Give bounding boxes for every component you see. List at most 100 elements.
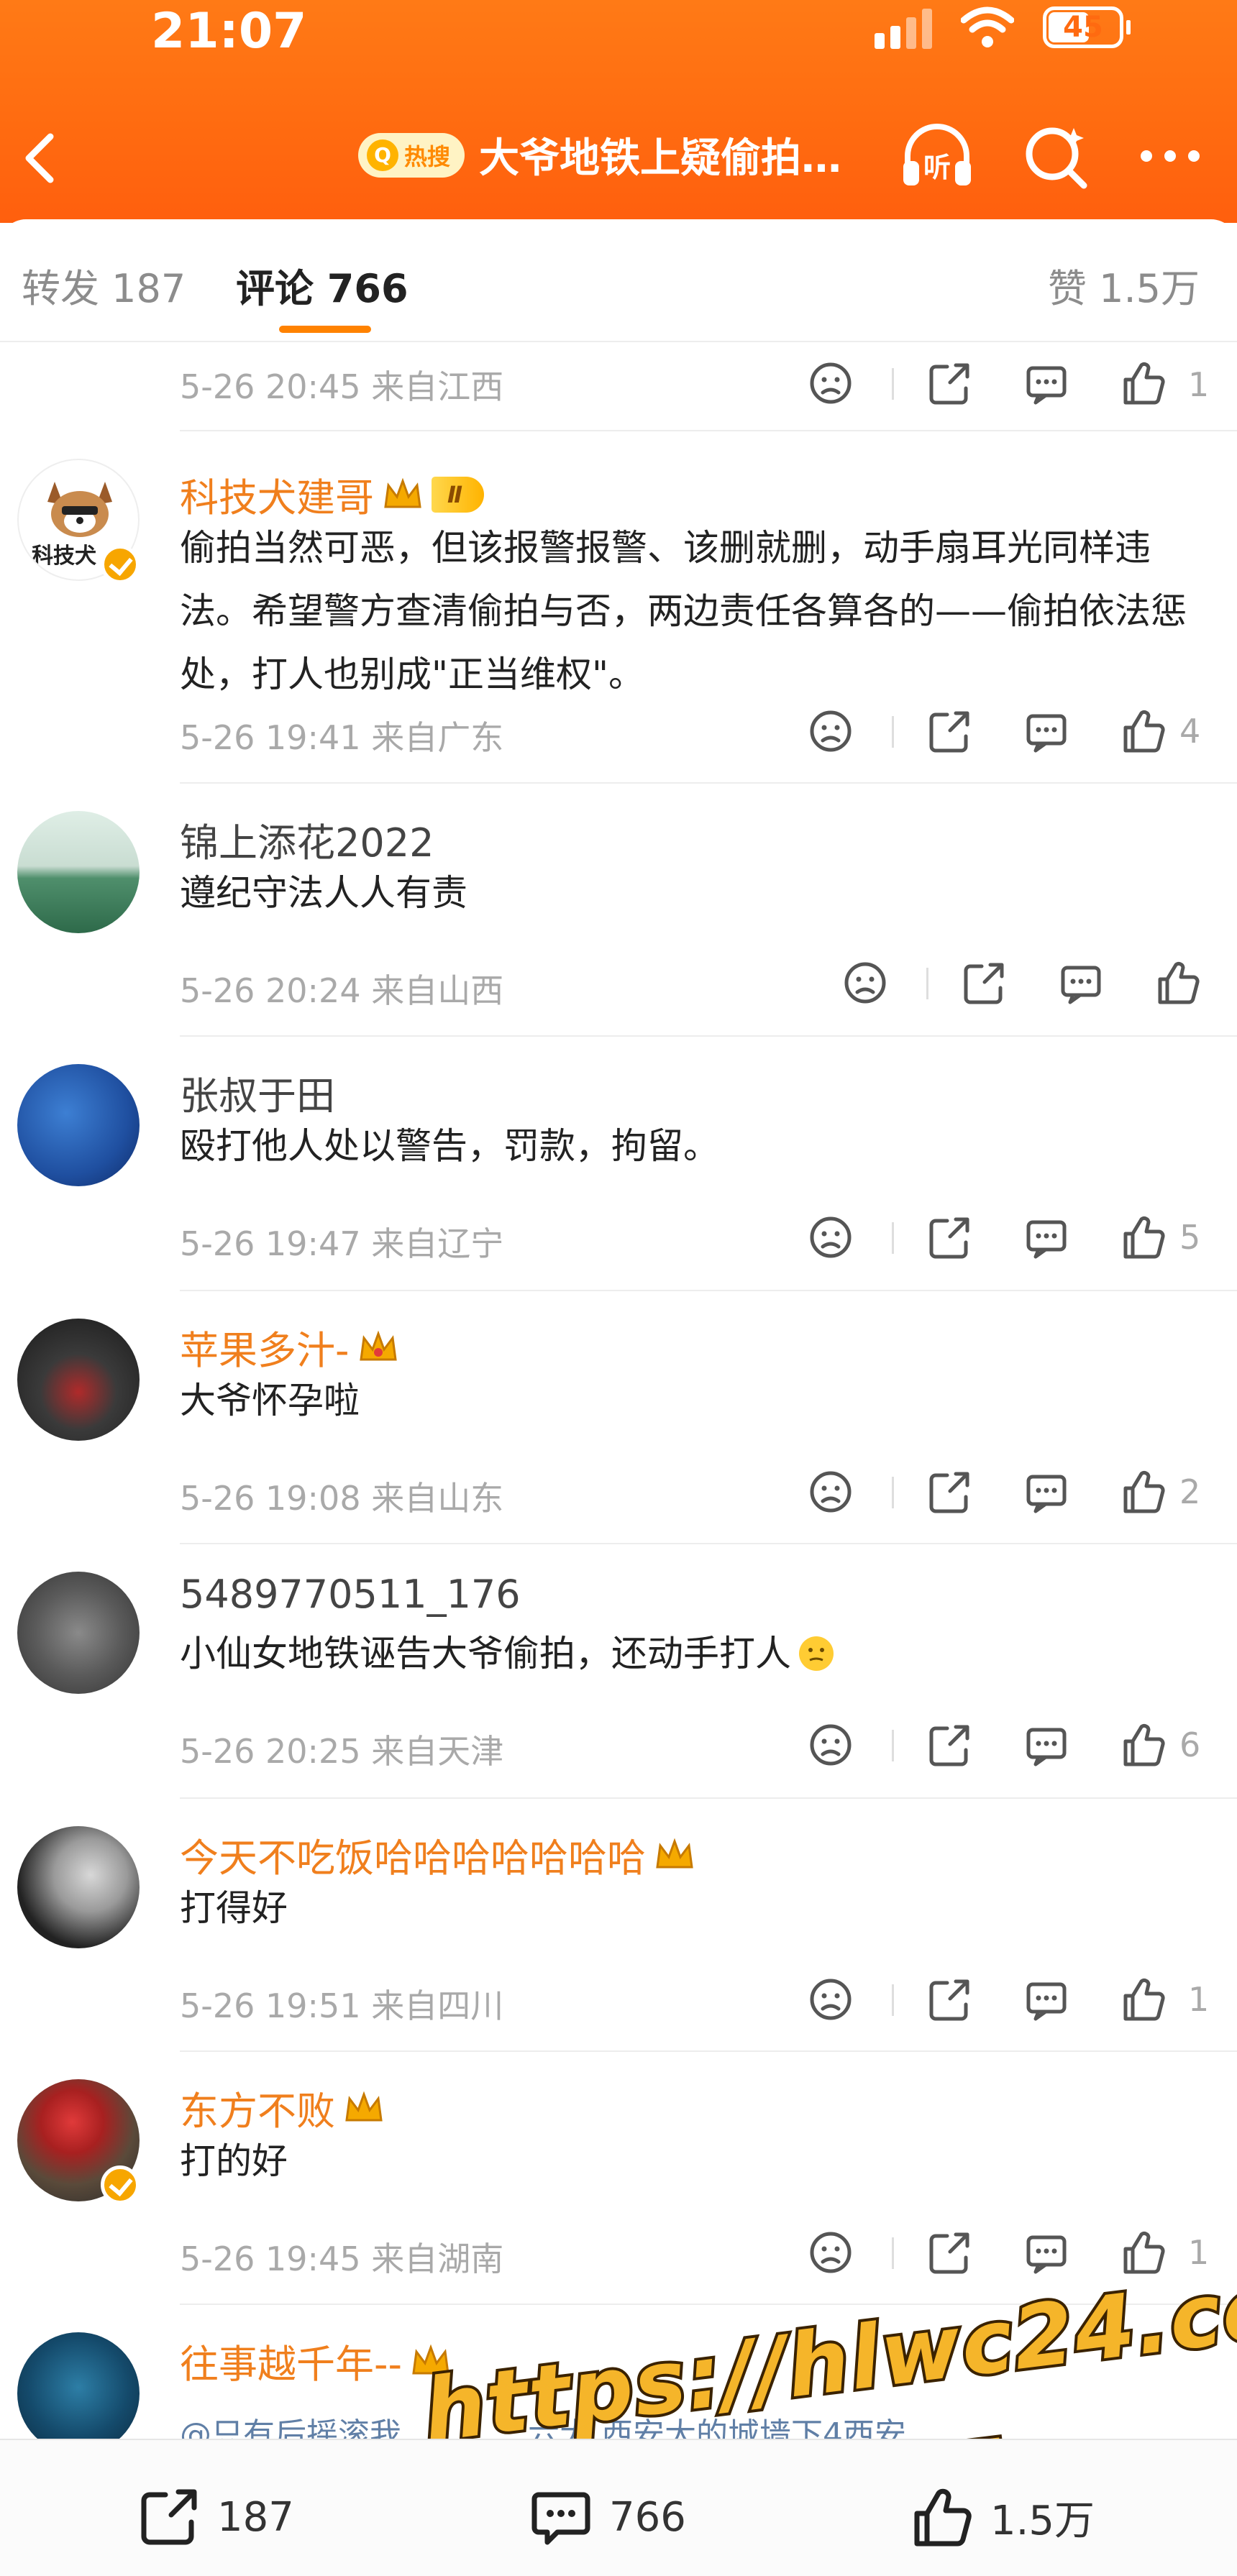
comment-icon[interactable] xyxy=(1021,1974,1072,2025)
like-count: 1 xyxy=(1188,1980,1210,2019)
action-separator xyxy=(892,368,894,400)
tab-comments[interactable]: 评论 766 xyxy=(236,257,408,313)
search-icon: Q xyxy=(367,139,398,171)
share-icon[interactable] xyxy=(924,706,974,756)
share-icon[interactable] xyxy=(959,958,1009,1008)
comment-username[interactable]: 往事越千年-- xyxy=(180,2332,452,2389)
thumbs-up-icon[interactable] xyxy=(1118,2227,1169,2278)
tab-underline xyxy=(279,326,371,333)
share-icon[interactable] xyxy=(924,2227,974,2278)
comment-icon[interactable] xyxy=(1021,1212,1072,1262)
share-icon[interactable] xyxy=(924,1720,974,1770)
crown-icon xyxy=(656,1838,693,1868)
comment-username[interactable]: 科技犬建哥 Ⅱ xyxy=(180,466,485,523)
comment-icon[interactable] xyxy=(1021,1467,1072,1517)
like-count: 2 xyxy=(1179,1472,1201,1511)
comment-username[interactable]: 苹果多汁- xyxy=(180,1319,400,1375)
comment-text: 小仙女地铁诬告大爷偷拍，还动手打人 xyxy=(180,1622,836,1685)
comment-button[interactable]: 766 xyxy=(529,2485,686,2549)
more-icon[interactable] xyxy=(1131,116,1210,196)
comment-meta: 5-26 19:41 来自广东 xyxy=(180,718,504,757)
hot-search-tag: Q 热搜 xyxy=(358,132,465,178)
status-icons: 45 xyxy=(875,6,1131,49)
thumbs-up-icon[interactable] xyxy=(1118,706,1169,756)
avatar[interactable] xyxy=(17,1826,140,1948)
page-title-group[interactable]: Q 热搜 大爷地铁上疑偷拍… xyxy=(358,126,841,184)
avatar[interactable] xyxy=(17,2332,140,2454)
avatar[interactable] xyxy=(17,1572,140,1694)
comment-text: 打得好 xyxy=(180,1887,288,1929)
thumbs-up-icon[interactable] xyxy=(1118,1720,1169,1770)
thumbs-up-icon[interactable] xyxy=(1118,1467,1169,1517)
tab-repost[interactable]: 转发 187 xyxy=(22,257,186,313)
action-separator xyxy=(892,2237,894,2269)
comment-text: 偷拍当然可恶，但该报警报警、该删就删，动手扇耳光同样违法。希望警方查清偷拍与否，… xyxy=(180,527,1187,695)
share-icon[interactable] xyxy=(924,1212,974,1262)
sad-face-icon[interactable] xyxy=(805,2227,856,2278)
share-icon xyxy=(141,2489,197,2545)
sad-face-icon[interactable] xyxy=(805,706,856,756)
comment-meta: 5-26 19:08 来自山东 xyxy=(180,1479,504,1518)
like-count: 5 xyxy=(1179,1218,1201,1257)
sad-face-icon[interactable] xyxy=(805,1212,856,1262)
sad-face-icon[interactable] xyxy=(805,1720,856,1770)
comment-text: 打的好 xyxy=(180,2140,288,2182)
emoji-thinking-icon xyxy=(799,1636,834,1671)
sad-face-icon[interactable] xyxy=(805,1974,856,2025)
chevron-left-icon[interactable] xyxy=(13,122,70,194)
thumbs-up-icon xyxy=(914,2488,972,2547)
comment-icon xyxy=(531,2492,590,2545)
avatar[interactable] xyxy=(17,1064,140,1186)
wifi-icon xyxy=(961,6,1014,47)
thumbs-up-icon[interactable] xyxy=(1118,358,1169,408)
header-bar: 21:07 45 Q 热搜 大爷地铁上疑偷拍… 听 xyxy=(0,0,1237,223)
comment-meta: 5-26 20:25 来自天津 xyxy=(180,1732,504,1771)
comment-icon[interactable] xyxy=(1021,1720,1072,1770)
repost-button[interactable]: 187 xyxy=(137,2485,294,2549)
tab-likes[interactable]: 赞 1.5万 xyxy=(1048,257,1200,313)
verified-badge-icon xyxy=(101,545,140,584)
comment-username[interactable]: 东方不败 xyxy=(180,2079,385,2136)
comment-username[interactable]: 今天不吃饭哈哈哈哈哈哈哈 xyxy=(180,1826,696,1883)
svg-text:听: 听 xyxy=(923,152,951,183)
share-icon[interactable] xyxy=(924,1467,974,1517)
comment-text: 殴打他人处以警告，罚款，拘留。 xyxy=(180,1125,719,1167)
action-separator xyxy=(892,1222,894,1254)
headphones-icon[interactable]: 听 xyxy=(898,116,977,196)
sad-face-icon[interactable] xyxy=(840,958,890,1008)
share-icon[interactable] xyxy=(924,358,974,408)
signal-icon xyxy=(875,6,932,49)
comment-username[interactable]: 张叔于田 xyxy=(180,1064,335,1121)
comment-icon[interactable] xyxy=(1021,358,1072,408)
comment-username[interactable]: 锦上添花2022 xyxy=(180,811,434,868)
page-title: 大爷地铁上疑偷拍… xyxy=(479,135,842,182)
thumbs-up-icon[interactable] xyxy=(1118,1212,1169,1262)
comment-username[interactable]: 5489770511_176 xyxy=(180,1572,521,1617)
comment-icon[interactable] xyxy=(1056,958,1106,1008)
like-count: 6 xyxy=(1179,1725,1201,1764)
like-button[interactable]: 1.5万 xyxy=(910,2485,1095,2549)
comment-meta: 5-26 20:45 来自江西 xyxy=(180,367,504,406)
level-badge: Ⅱ xyxy=(432,476,485,513)
comment-meta: 5-26 19:51 来自四川 xyxy=(180,1986,504,2025)
status-time: 21:07 xyxy=(151,3,307,60)
comment-text: 大爷怀孕啦 xyxy=(180,1380,360,1421)
comment-meta: 5-26 19:47 来自辽宁 xyxy=(180,1224,504,1263)
crown-icon xyxy=(345,2091,383,2121)
comment-icon[interactable] xyxy=(1021,706,1072,756)
avatar[interactable] xyxy=(17,1319,140,1441)
tab-bar: 转发 187 评论 766 赞 1.5万 xyxy=(0,219,1237,342)
sad-face-icon[interactable] xyxy=(805,1467,856,1517)
like-count: 4 xyxy=(1179,712,1201,751)
bottom-action-bar: 187 766 1.5万 xyxy=(0,2439,1237,2576)
comment-meta: 5-26 19:45 来自湖南 xyxy=(180,2240,504,2278)
comment-icon[interactable] xyxy=(1021,2227,1072,2278)
share-icon[interactable] xyxy=(924,1974,974,2025)
avatar[interactable] xyxy=(17,811,140,933)
search-icon[interactable] xyxy=(1016,116,1095,196)
nav-bar: Q 热搜 大爷地铁上疑偷拍… 听 xyxy=(0,108,1237,201)
thumbs-up-icon[interactable] xyxy=(1118,1974,1169,2025)
sad-face-icon[interactable] xyxy=(805,358,856,408)
action-separator xyxy=(892,1984,894,2016)
thumbs-up-icon[interactable] xyxy=(1153,958,1203,1008)
